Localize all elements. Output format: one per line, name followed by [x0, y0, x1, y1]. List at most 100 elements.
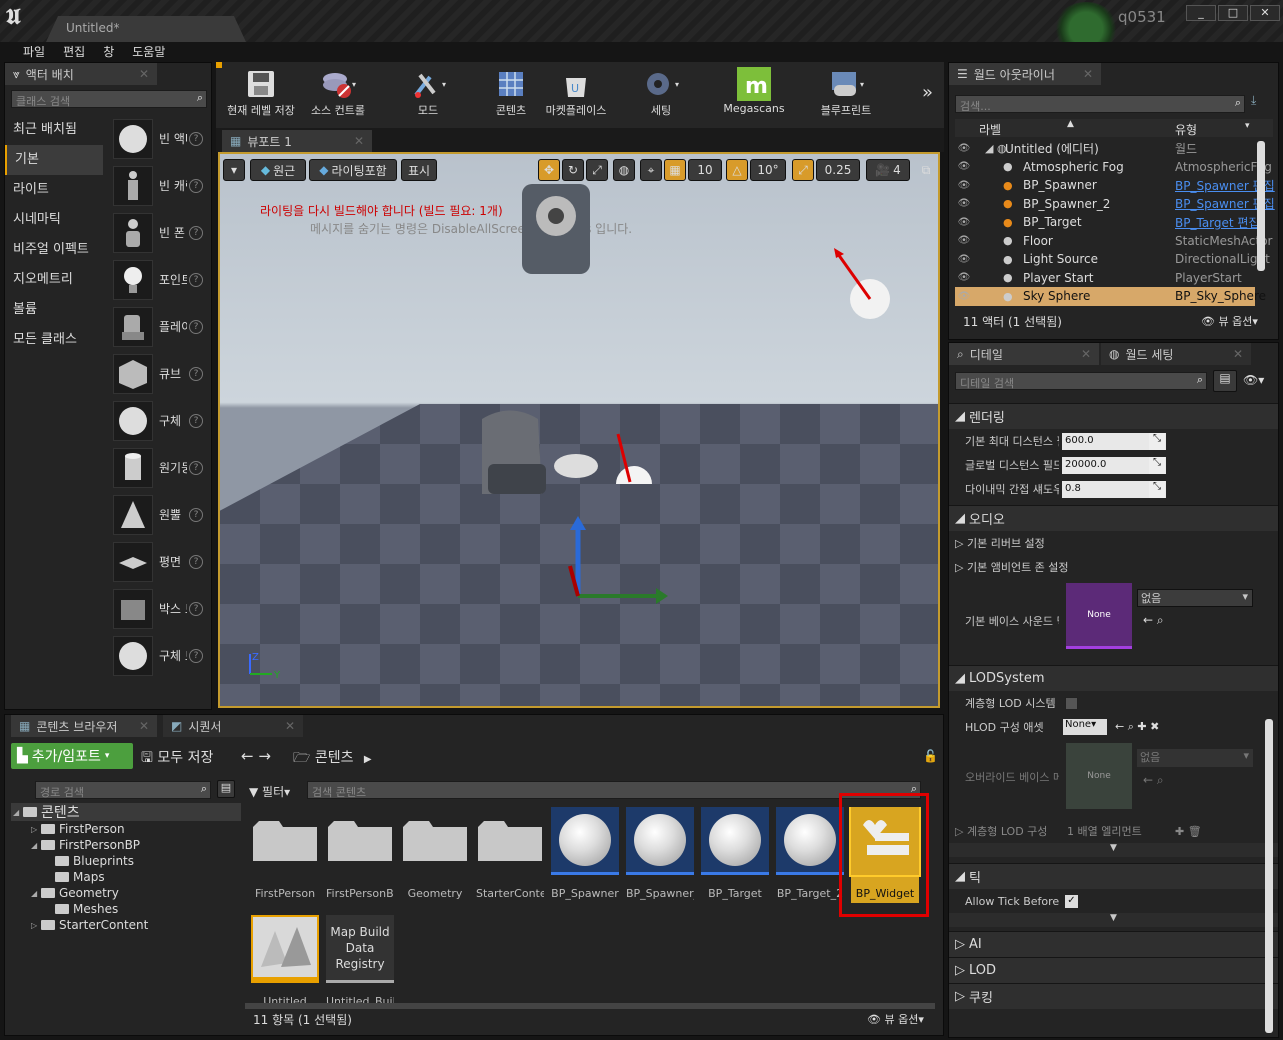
save-all-button[interactable]: 🖫 모두 저장	[141, 747, 213, 771]
visibility-eye-icon[interactable]: 👁	[955, 291, 973, 302]
asset-tile[interactable]: StarterContent	[476, 807, 544, 903]
category-1[interactable]: 기본	[5, 145, 103, 175]
use-selected-icon[interactable]: ← ⌕	[1143, 613, 1164, 628]
outliner-search-input[interactable]: 검색... ⌕	[955, 95, 1245, 113]
folder-tree-item[interactable]: ◢ 콘텐츠	[11, 803, 241, 821]
actor-item[interactable]: 빈 액터?	[109, 115, 211, 162]
outliner-row[interactable]: 👁 ● BP_Spawner_2 BP_Spawner 편집	[955, 195, 1275, 214]
sound-mix-dropdown[interactable]: 없음 ▾	[1137, 589, 1253, 607]
source-control-button[interactable]: ▾ 소스 컨트롤	[306, 66, 370, 126]
help-icon[interactable]: ?	[189, 554, 203, 569]
tree-view-options-icon[interactable]: ▤	[217, 780, 235, 798]
path-search-input[interactable]: 경로 검색 ⌕	[35, 781, 211, 799]
outliner-row[interactable]: 👁 ● Light Source DirectionalLight	[955, 250, 1270, 269]
property-matrix-icon[interactable]: ▤	[1213, 370, 1237, 392]
visibility-eye-icon[interactable]: 👁	[955, 198, 973, 209]
visibility-eye-icon[interactable]: 👁	[955, 143, 973, 154]
folder-tree-item[interactable]: Meshes	[11, 901, 241, 917]
help-icon[interactable]: ?	[189, 413, 203, 428]
type-column-header[interactable]: 유형	[1175, 121, 1197, 138]
outliner-row[interactable]: 👁 ● Sky Sphere BP_Sky_Sphere	[955, 287, 1266, 306]
reset-arrow-icon[interactable]: ⤡	[1149, 432, 1165, 450]
outliner-row[interactable]: 👁 ● Atmospheric Fog AtmosphericFog	[955, 158, 1272, 177]
close-tab-icon[interactable]: ✕	[1083, 67, 1093, 81]
close-tab-icon[interactable]: ✕	[1081, 347, 1091, 361]
category-6[interactable]: 볼륨	[5, 295, 103, 325]
outliner-row[interactable]: 👁 ● BP_Spawner BP_Spawner 편집	[955, 176, 1275, 195]
minimize-button[interactable]: _	[1186, 5, 1216, 21]
actor-item[interactable]: 평면?	[109, 538, 211, 585]
actor-item[interactable]: 원기둥?	[109, 444, 211, 491]
hlod-asset-actions-icon[interactable]: ← ⌕ ✚ ✖	[1115, 720, 1159, 734]
document-tab[interactable]: Untitled*	[46, 16, 246, 42]
help-icon[interactable]: ?	[189, 601, 203, 616]
history-nav-icon[interactable]: ← →	[241, 747, 271, 765]
visibility-eye-icon[interactable]: 👁	[955, 161, 973, 172]
category-7[interactable]: 모든 클래스	[5, 325, 103, 355]
folder-tree-item[interactable]: Maps	[11, 869, 241, 885]
asset-tile[interactable]: Geometry	[401, 807, 469, 903]
modes-button[interactable]: ▾ 모드	[396, 66, 460, 126]
asset-tile[interactable]: BP_Target_2	[776, 807, 844, 903]
add-filter-icon[interactable]: ⤓	[1251, 93, 1256, 108]
details-search-input[interactable]: 디테일 검색 ⌕	[955, 372, 1207, 390]
expand-arrow-icon[interactable]: ◢	[31, 889, 41, 898]
view-options-button[interactable]: 👁 뷰 옵션▾	[867, 1011, 924, 1027]
toolbar-expand-icon[interactable]: »	[922, 82, 933, 103]
help-icon[interactable]: ?	[189, 131, 203, 146]
help-icon[interactable]: ?	[189, 460, 203, 475]
section-tick[interactable]: ◢ 틱	[949, 863, 1278, 889]
folder-tree-item[interactable]: ▷ FirstPerson	[11, 821, 241, 837]
allow-tick-checkbox[interactable]: ✓	[1065, 894, 1078, 908]
outliner-row[interactable]: 👁 ◢ ◍ Untitled (에디터) 월드	[955, 139, 1255, 158]
help-icon[interactable]: ?	[189, 319, 203, 334]
help-icon[interactable]: ?	[189, 225, 203, 240]
folder-tree-item[interactable]: ◢ Geometry	[11, 885, 241, 901]
tab-details[interactable]: ⌕ 디테일 ✕	[949, 343, 1099, 365]
marketplace-button[interactable]: U 마켓플레이스	[540, 66, 612, 126]
class-search-input[interactable]: 클래스 검색 ⌕	[11, 90, 207, 108]
settings-button[interactable]: ▾ 세팅	[636, 66, 686, 126]
category-0[interactable]: 최근 배치됨	[5, 115, 103, 145]
menu-window[interactable]: 창	[94, 42, 123, 62]
path-breadcrumb[interactable]: 🗁 콘텐츠 ▶	[293, 747, 372, 771]
asset-tile[interactable]: BP_Target	[701, 807, 769, 903]
level-viewport[interactable]: ▾ ◆ 원근 ◆ 라이팅포함 표시 ✥ ↻ ⤢ ◍ ⌖ ▦ 10 △ 10° ⤢ 0…	[218, 152, 940, 708]
tab-content-browser[interactable]: ▦ 콘텐츠 브라우저 ✕	[11, 715, 157, 737]
outliner-row[interactable]: 👁 ● Player Start PlayerStart	[955, 269, 1255, 288]
folder-tree-item[interactable]: ▷ StarterContent	[11, 917, 241, 933]
menu-file[interactable]: 파일	[14, 42, 54, 62]
content-search-input[interactable]: 검색 콘텐츠 ⌕	[307, 781, 921, 799]
asset-tile[interactable]: FirstPerson	[251, 807, 319, 903]
eye-icon[interactable]: 👁▾	[1243, 373, 1264, 387]
help-icon[interactable]: ?	[189, 507, 203, 522]
hlod-checkbox[interactable]	[1065, 696, 1078, 710]
close-tab-icon[interactable]: ✕	[1233, 347, 1243, 361]
outliner-row[interactable]: 👁 ● BP_Target BP_Target 편집	[955, 213, 1260, 232]
close-button[interactable]: ✕	[1250, 5, 1280, 21]
actor-item[interactable]: 박스 트리거?	[109, 585, 211, 632]
visibility-eye-icon[interactable]: 👁	[955, 272, 973, 283]
tab-sequencer[interactable]: ◩ 시퀀서 ✕	[163, 715, 303, 737]
advanced-expand-icon[interactable]: ▼	[949, 913, 1278, 927]
visibility-eye-icon[interactable]: 👁	[955, 235, 973, 246]
help-icon[interactable]: ?	[189, 178, 203, 193]
expand-arrow-icon[interactable]: ▷	[31, 921, 41, 930]
outliner-scrollbar[interactable]	[1257, 141, 1265, 271]
visibility-eye-icon[interactable]: 👁	[955, 180, 973, 191]
view-options-button[interactable]: 👁 뷰 옵션▾	[1201, 313, 1258, 329]
actor-item[interactable]: 빈 폰?	[109, 209, 211, 256]
actor-item[interactable]: 큐브?	[109, 350, 211, 397]
advanced-expand-icon[interactable]: ▼	[949, 843, 1278, 857]
asset-tile[interactable]: BP_Spawner_2	[626, 807, 694, 903]
close-tab-icon[interactable]: ✕	[139, 67, 149, 81]
folder-tree-item[interactable]: ◢ FirstPersonBP	[11, 837, 241, 853]
actor-item[interactable]: 원뿔?	[109, 491, 211, 538]
blueprints-button[interactable]: ▾ 블루프린트	[808, 66, 884, 126]
section-lodsystem[interactable]: ◢ LODSystem	[949, 665, 1278, 691]
help-icon[interactable]: ?	[189, 272, 203, 287]
filter-button[interactable]: ▼ 필터▾	[249, 783, 290, 800]
content-button[interactable]: 콘텐츠	[484, 66, 538, 126]
actor-item[interactable]: 포인트 라이트?	[109, 256, 211, 303]
label-column-header[interactable]: 라벨	[979, 121, 1001, 138]
